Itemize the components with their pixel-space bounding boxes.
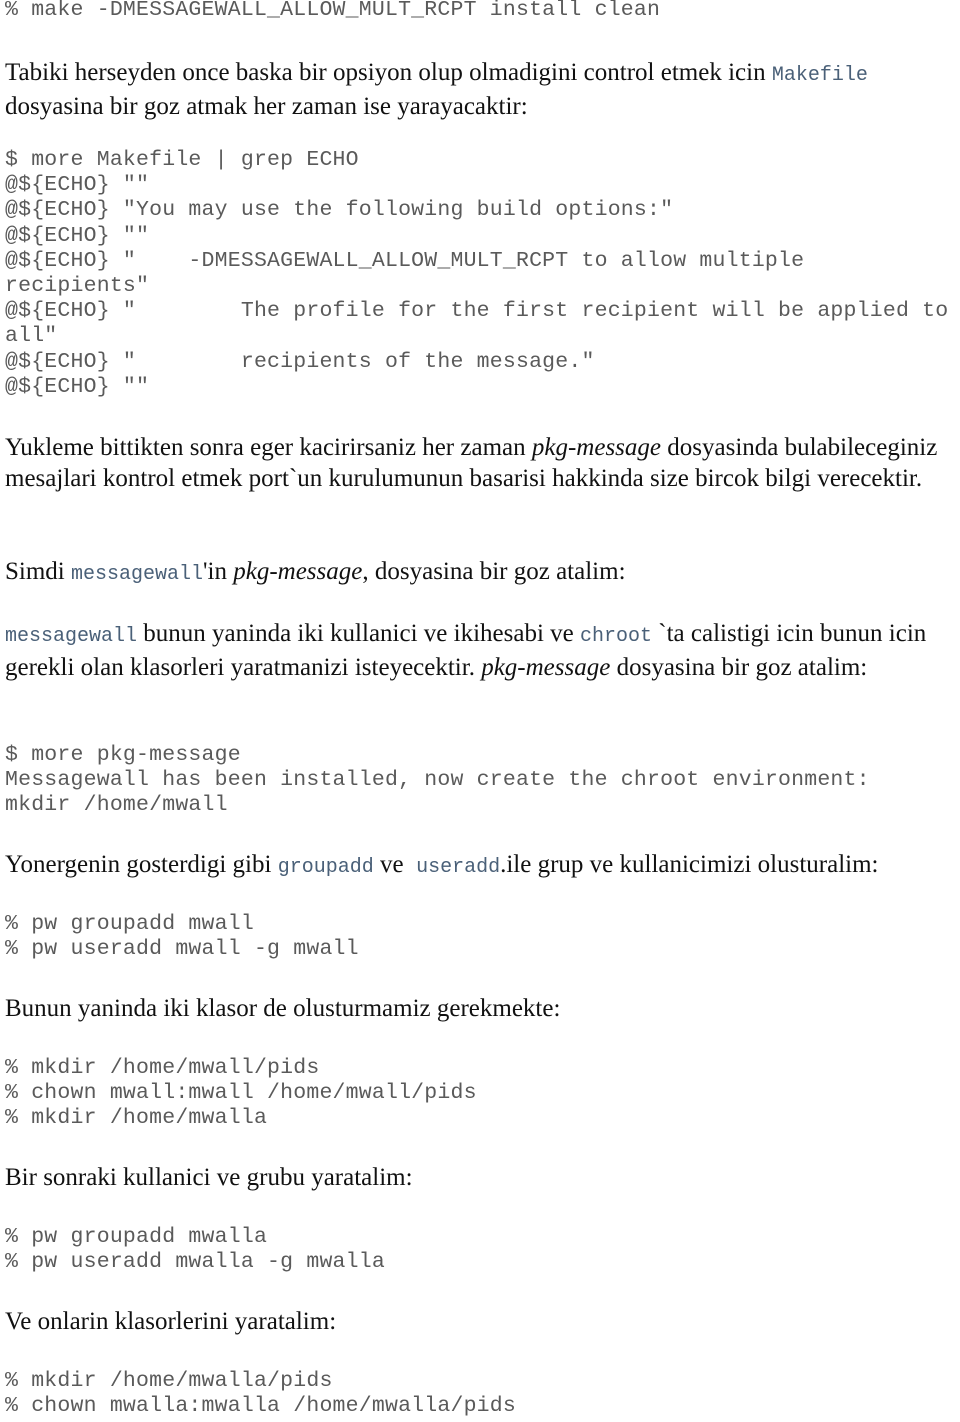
paragraph-simdi: Simdi messagewall'in pkg-message, dosyas… (0, 557, 960, 591)
code-line: $ more Makefile | grep ECHO (5, 148, 359, 172)
code-block-pkg-message: $ more pkg-message Messagewall has been … (0, 743, 870, 819)
code-block-pw-mwalla: % pw groupadd mwalla % pw useradd mwalla… (0, 1225, 385, 1275)
code-line: @${ECHO} "" (5, 173, 150, 198)
paragraph-ve-onlarin: Ve onlarin klasorlerini yaratalim: (5, 1308, 337, 1335)
inline-code-messagewall: messagewall (5, 625, 138, 648)
emphasis-pkg-message: pkg-message (481, 653, 611, 681)
code-block-mkdir-mwalla: % mkdir /home/mwalla/pids % chown mwalla… (0, 1369, 516, 1419)
paragraph-bir-sonraki: Bir sonraki kullanici ve grubu yaratalim… (5, 1164, 413, 1191)
code-line: @${ECHO} "" (5, 374, 150, 399)
code-line: % mkdir /home/mwall/pids (5, 1056, 320, 1080)
inline-code-useradd: useradd (416, 856, 501, 879)
code-line: recipients" (5, 274, 150, 299)
paragraph-install-info: Yukleme bittikten sonra eger kacirirsani… (0, 433, 960, 494)
code-line: $ more pkg-message (5, 743, 241, 767)
code-line: @${ECHO} " recipients of the message." (5, 349, 595, 374)
inline-code-makefile: Makefile (771, 64, 868, 87)
text: bunun yaninda iki kullanici ve ikihesabi… (137, 620, 580, 647)
code-line: % pw useradd mwalla -g mwalla (5, 1250, 385, 1275)
code-line: Messagewall has been installed, now crea… (5, 768, 870, 793)
code-line: % pw useradd mwall -g mwall (5, 937, 359, 962)
code-line: mkdir /home/mwall (5, 793, 228, 818)
inline-code-groupadd: groupadd (277, 856, 374, 879)
text: dosyasina bir goz atmak her zaman ise ya… (5, 92, 528, 120)
code-line: @${ECHO} " -DMESSAGEWALL_ALLOW_MULT_RCPT… (5, 248, 805, 273)
text: 'in (203, 558, 234, 585)
paragraph-yonergenin: Yonergenin gosterdigi gibi groupadd ve u… (0, 850, 960, 884)
code-line: % chown mwalla:mwalla /home/mwalla/pids (5, 1394, 516, 1419)
code-line: % mkdir /home/mwalla/pids (5, 1369, 333, 1393)
code-line: all" (5, 324, 58, 349)
paragraph-bunun: Bunun yaninda iki klasor de olusturmamiz… (5, 995, 561, 1022)
code-block-makefile: $ more Makefile | grep ECHO @${ECHO} "" … (0, 148, 948, 400)
code-block-mkdir-mwall: % mkdir /home/mwall/pids % chown mwall:m… (0, 1056, 477, 1132)
emphasis-pkg-message: pkg-message (531, 434, 662, 461)
code-line: @${ECHO} "" (5, 223, 150, 248)
paragraph-chroot-info: messagewall bunun yaninda iki kullanici … (0, 619, 960, 683)
code-line: % pw groupadd mwall (5, 912, 254, 936)
code-line: % mkdir /home/mwalla (5, 1106, 268, 1131)
text: dosyasina bir goz atalim: (610, 653, 868, 681)
paragraph-makefile-intro: Tabiki herseyden once baska bir opsiyon … (0, 58, 960, 122)
emphasis-pkg-message: pkg-message (233, 558, 363, 585)
code-block-pw-mwall: % pw groupadd mwall % pw useradd mwall -… (0, 912, 359, 962)
code-line: @${ECHO} "You may use the following buil… (5, 198, 674, 223)
text: .ile grup ve kullanicimizi olusturalim: (500, 851, 879, 878)
inline-code-chroot: chroot (580, 625, 653, 648)
code-line: % chown mwall:mwall /home/mwall/pids (5, 1081, 477, 1106)
code-line: @${ECHO} " The profile for the first rec… (5, 299, 949, 324)
code-line: % pw groupadd mwalla (5, 1225, 268, 1249)
text: , dosyasina bir goz atalim: (362, 558, 626, 585)
text: Yukleme bittikten sonra eger kacirirsani… (5, 434, 532, 461)
text: Simdi (5, 558, 71, 585)
code-make-command: % make -DMESSAGEWALL_ALLOW_MULT_RCPT ins… (5, 0, 661, 22)
text: Yonergenin gosterdigi gibi (5, 851, 278, 878)
text: ve (373, 851, 417, 878)
inline-code-messagewall: messagewall (71, 563, 204, 586)
text: Tabiki herseyden once baska bir opsiyon … (5, 59, 772, 86)
